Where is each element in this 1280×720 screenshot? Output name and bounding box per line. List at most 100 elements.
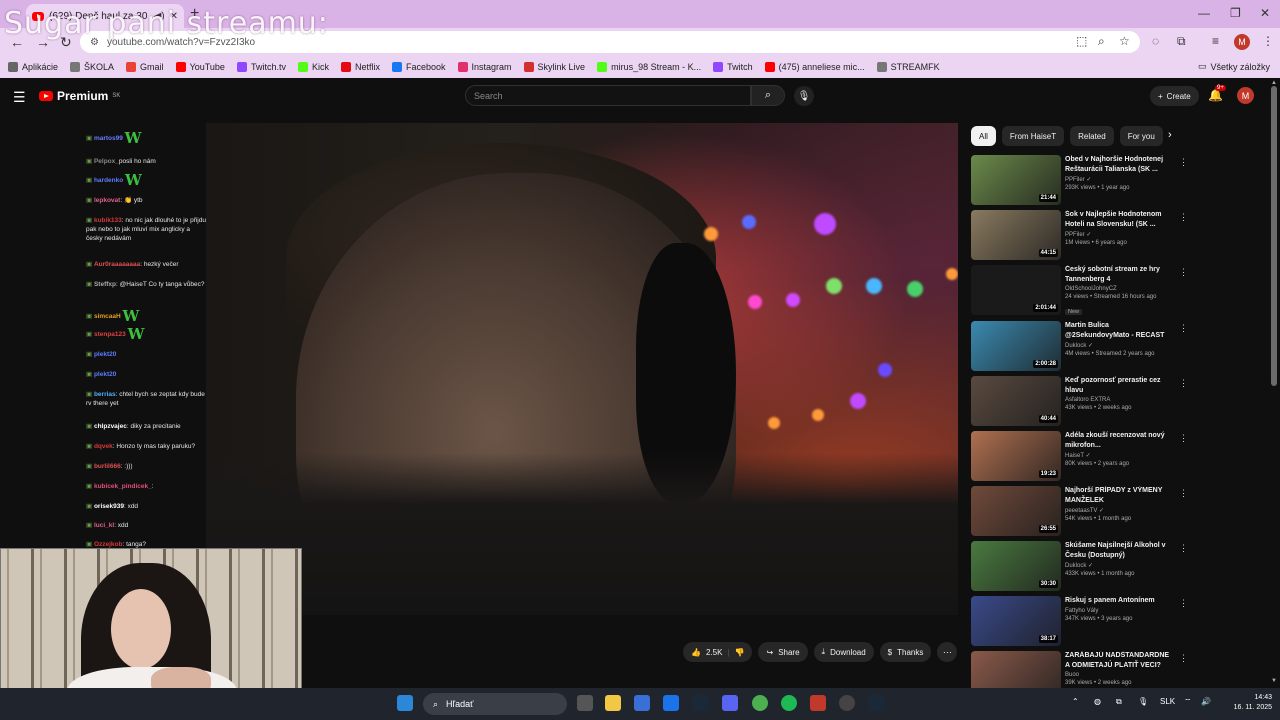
bookmark-item[interactable]: Kick: [297, 62, 329, 72]
chat-username[interactable]: Aur0raaaaaaaa: [94, 261, 140, 268]
system-clock[interactable]: 14:43 16. 11. 2025: [1216, 693, 1272, 713]
video-title[interactable]: Keď pozornosť prerastie cez hlavu: [1065, 376, 1175, 395]
channel-name[interactable]: Fattyho Vály: [1065, 608, 1175, 614]
bookmark-star-icon[interactable]: ☆: [1119, 34, 1130, 48]
chat-username[interactable]: Steffxp: [94, 281, 116, 288]
recommended-video[interactable]: 21:44 Obed v Najhoršie Hodnotenej Reštaur…: [971, 155, 1191, 205]
recommended-video[interactable]: 38:17 Riskuj s panem Antonínem Fattyho Vál…: [971, 596, 1191, 646]
chrome-icon[interactable]: [752, 695, 768, 711]
bookmark-item[interactable]: Skylink Live: [523, 62, 585, 72]
chevron-right-icon[interactable]: ›: [1168, 129, 1172, 141]
bookmark-item[interactable]: (475) anneliese mic...: [764, 62, 865, 72]
recommended-video[interactable]: 26:55 Najhorší PRÍPADY z VÝMENY MANŽELEK p…: [971, 486, 1191, 536]
video-title[interactable]: Skúšame Najsilnejší Alkohol v Česku (Dos…: [1065, 541, 1175, 560]
new-tab-button[interactable]: +: [190, 6, 199, 22]
channel-name[interactable]: Duklock ✓: [1065, 342, 1175, 349]
all-bookmarks[interactable]: ▭ Všetky záložky: [1198, 61, 1270, 72]
like-dislike-button[interactable]: 👍 2.5K | 👎: [683, 642, 753, 662]
youtube-logo[interactable]: Premium SK: [39, 89, 120, 103]
more-options-icon[interactable]: ⋮: [1179, 157, 1188, 168]
video-title[interactable]: Riskuj s panem Antonínem: [1065, 596, 1175, 606]
channel-name[interactable]: PPFiler ✓: [1065, 176, 1175, 183]
file-explorer-icon[interactable]: [605, 695, 621, 711]
bookmark-item[interactable]: mirus_98 Stream - K...: [597, 62, 701, 72]
filter-chip[interactable]: For you: [1119, 126, 1163, 146]
channel-name[interactable]: HaiseT ✓: [1065, 452, 1175, 459]
discord-icon[interactable]: [722, 695, 738, 711]
chat-username[interactable]: orisek939: [94, 503, 124, 510]
video-title[interactable]: Obed v Najhoršie Hodnotenej Reštaurácii …: [1065, 155, 1175, 174]
media-control-icon[interactable]: ≡: [1212, 34, 1219, 48]
download-button[interactable]: ⤓ Download: [813, 642, 874, 662]
wifi-icon[interactable]: ⌔: [1184, 697, 1192, 707]
chat-username[interactable]: Ozzejkob: [94, 541, 123, 548]
search-button[interactable]: ⌕: [751, 85, 785, 106]
outlook-icon[interactable]: [663, 695, 679, 711]
channel-name[interactable]: PPFiler ✓: [1065, 231, 1175, 238]
browser-menu-icon[interactable]: ⋮: [1262, 34, 1274, 48]
chat-username[interactable]: plekt20: [94, 371, 116, 378]
obs-icon[interactable]: [839, 695, 855, 711]
filter-chip[interactable]: From HaiseT: [1001, 126, 1065, 146]
more-actions-button[interactable]: ⋯: [937, 642, 958, 662]
scroll-down-icon[interactable]: ▼: [1271, 678, 1277, 684]
reload-icon[interactable]: ↻: [60, 34, 72, 51]
tab-audio-icon[interactable]: ◀): [154, 11, 165, 22]
chat-username[interactable]: lepkovat: [94, 197, 120, 204]
video-thumbnail[interactable]: 44:15: [971, 210, 1061, 260]
chat-username[interactable]: hardenko: [94, 177, 123, 184]
extension-icon[interactable]: ◌: [1152, 34, 1159, 48]
chat-username[interactable]: kubik133: [94, 217, 122, 224]
chat-username[interactable]: kubicek_pindicek_: [94, 483, 152, 490]
recommended-video[interactable]: 19:23 Adéla zkouší recenzovat nový mikrof…: [971, 431, 1191, 481]
forward-icon[interactable]: →: [36, 34, 50, 50]
chat-username[interactable]: dqvek: [94, 443, 113, 450]
more-options-icon[interactable]: ⋮: [1179, 653, 1188, 664]
video-thumbnail[interactable]: 2:01:44: [971, 265, 1061, 315]
bookmark-item[interactable]: Twitch: [713, 62, 753, 72]
back-icon[interactable]: ←: [10, 34, 24, 50]
recommended-video[interactable]: 30:30 Skúšame Najsilnejší Alkohol v Česku…: [971, 541, 1191, 591]
create-button[interactable]: + Create: [1150, 86, 1199, 106]
minimize-icon[interactable]: —: [1198, 6, 1210, 20]
video-thumbnail[interactable]: 19:23: [971, 431, 1061, 481]
video-thumbnail[interactable]: 2:00:28: [971, 321, 1061, 371]
video-title[interactable]: ZARÁBAJÚ NADŠTANDARDNE A ODMIETAJÚ PLATI…: [1065, 651, 1175, 670]
channel-name[interactable]: peeetaasTV ✓: [1065, 507, 1175, 514]
install-app-icon[interactable]: ⬚: [1076, 34, 1087, 48]
account-avatar[interactable]: M: [1237, 87, 1254, 104]
channel-name[interactable]: Buoo: [1065, 672, 1175, 678]
video-thumbnail[interactable]: 21:44: [971, 155, 1061, 205]
bookmark-item[interactable]: Twitch.tv: [236, 62, 286, 72]
input-language[interactable]: SLK: [1160, 697, 1175, 706]
filter-chip[interactable]: All: [971, 126, 996, 146]
more-options-icon[interactable]: ⋮: [1179, 212, 1188, 223]
browser-tab[interactable]: (629) Denč haul za 30 000 ◀) ✕: [26, 4, 184, 28]
tray-overflow-icon[interactable]: ⌃: [1072, 697, 1079, 706]
more-options-icon[interactable]: ⋮: [1179, 488, 1188, 499]
chat-username[interactable]: burlil666: [94, 463, 121, 470]
tray-app-icon[interactable]: ◍: [1094, 697, 1101, 706]
chat-username[interactable]: martos99: [94, 135, 123, 142]
tab-close-icon[interactable]: ✕: [170, 11, 178, 22]
video-title[interactable]: Adéla zkouší recenzovat nový mikrofon...: [1065, 431, 1175, 450]
browser-profile-avatar[interactable]: M: [1234, 34, 1250, 50]
bookmark-item[interactable]: YouTube: [175, 62, 225, 72]
more-options-icon[interactable]: ⋮: [1179, 378, 1188, 389]
page-scrollbar[interactable]: [1271, 86, 1277, 386]
chat-username[interactable]: stenpa123: [94, 331, 126, 338]
search-input[interactable]: Search: [465, 85, 751, 106]
video-thumbnail[interactable]: 38:17: [971, 596, 1061, 646]
share-button[interactable]: ↪ Share: [758, 642, 808, 662]
taskbar-search[interactable]: ⌕ Hľadať: [423, 693, 567, 715]
address-bar[interactable]: ⚙ youtube.com/watch?v=Fzvz2I3ko: [80, 31, 1140, 53]
chat-username[interactable]: luci_kl: [94, 522, 114, 529]
maximize-icon[interactable]: ❐: [1230, 6, 1241, 20]
more-options-icon[interactable]: ⋮: [1179, 323, 1188, 334]
chat-username[interactable]: chlpzvajec: [94, 423, 127, 430]
channel-name[interactable]: Duklock ✓: [1065, 562, 1175, 569]
volume-icon[interactable]: 🔊: [1201, 697, 1211, 706]
tray-network-icon[interactable]: ⧉: [1116, 697, 1122, 707]
tray-mic-icon[interactable]: 🎙: [1138, 697, 1148, 706]
channel-name[interactable]: Asfaltoro EXTRA: [1065, 397, 1175, 403]
